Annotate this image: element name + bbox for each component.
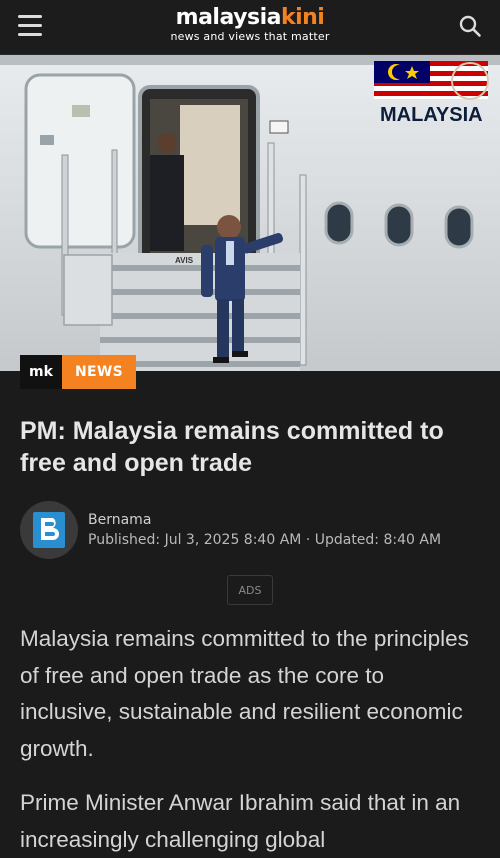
search-icon[interactable] [458, 14, 482, 38]
article-byline: Bernama Published: Jul 3, 2025 8:40 AM ·… [20, 501, 480, 559]
article-dates: Published: Jul 3, 2025 8:40 AM · Updated… [88, 530, 441, 550]
malaysia-flag-icon [374, 61, 488, 99]
malaysiakini-badge: mk [20, 355, 62, 389]
article-title: PM: Malaysia remains committed to free a… [20, 417, 444, 477]
logo-wordmark: malaysiakini [0, 6, 500, 30]
bernama-logo-icon [33, 512, 65, 548]
stair-brand-text: AVIS [175, 256, 194, 265]
updated-time: 8:40 AM [383, 532, 442, 548]
site-logo[interactable]: malaysiakini news and views that matter [0, 6, 500, 44]
article-paragraph: Prime Minister Anwar Ibrahim said that i… [20, 790, 461, 852]
updated-label: Updated: [314, 532, 380, 548]
top-navigation-bar: malaysiakini news and views that matter [0, 0, 500, 55]
logo-text-malaysia: malaysia [175, 5, 282, 30]
logo-text-kini: kini [280, 5, 325, 30]
author-avatar[interactable] [20, 501, 78, 559]
news-category-badge[interactable]: NEWS [62, 355, 137, 389]
ads-placeholder: ADS [227, 575, 273, 605]
author-name[interactable]: Bernama [88, 510, 441, 530]
plane-livery-text: MALAYSIA [380, 104, 483, 126]
category-tag[interactable]: mk NEWS [20, 355, 137, 389]
hero-section: AVIS MALAYSIA mk NEWS [0, 55, 500, 389]
article-paragraph: Malaysia remains committed to the princi… [20, 626, 469, 761]
article-body: Malaysia remains committed to the princi… [20, 621, 480, 858]
published-label: Published: [88, 532, 161, 548]
site-tagline: news and views that matter [170, 30, 330, 43]
hero-image[interactable]: AVIS MALAYSIA [0, 55, 500, 371]
date-separator: · [305, 532, 311, 548]
published-time: Jul 3, 2025 8:40 AM [164, 532, 302, 548]
badge-short-text: mk [29, 364, 53, 380]
